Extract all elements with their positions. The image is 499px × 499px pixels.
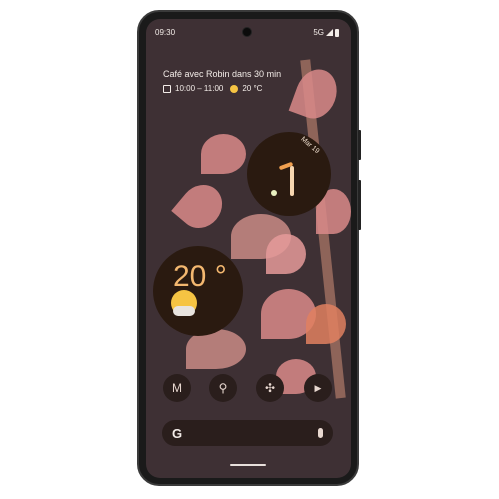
home-indicator[interactable] xyxy=(230,464,266,466)
search-bar[interactable]: G xyxy=(162,420,333,446)
youtube-app[interactable]: ▶ xyxy=(304,374,332,402)
event-title[interactable]: Café avec Robin dans 30 min xyxy=(163,69,281,79)
gmail-icon: M xyxy=(172,381,182,395)
youtube-icon: ▶ xyxy=(314,382,322,393)
event-temperature: 20 °C xyxy=(242,84,263,93)
front-camera xyxy=(242,27,252,37)
volume-button xyxy=(358,180,361,230)
sun-icon xyxy=(230,84,239,93)
weather-widget[interactable]: 20 ° xyxy=(153,246,243,336)
maps-icon: ⚲ xyxy=(218,381,228,395)
status-icons: 5G xyxy=(313,28,339,37)
photos-icon: ✣ xyxy=(264,381,276,395)
battery-icon xyxy=(335,28,339,37)
gmail-app[interactable]: M xyxy=(163,374,191,402)
signal-icon xyxy=(326,29,333,36)
status-time: 09:30 xyxy=(155,28,176,37)
power-button xyxy=(358,130,361,160)
weather-temperature: 20 ° xyxy=(173,260,227,293)
mic-icon[interactable] xyxy=(318,428,323,438)
google-logo: G xyxy=(172,425,183,441)
event-details[interactable]: 10:00 – 11:00 20 °C xyxy=(163,84,262,93)
maps-app[interactable]: ⚲ xyxy=(209,374,237,402)
event-time: 10:00 – 11:00 xyxy=(175,84,224,93)
cloud-icon xyxy=(173,306,195,316)
photos-app[interactable]: ✣ xyxy=(256,374,284,402)
network-label: 5G xyxy=(313,28,324,37)
minute-hand xyxy=(290,166,294,196)
clock-widget[interactable]: Mar 19 xyxy=(247,132,331,216)
clock-dot xyxy=(271,190,277,196)
home-screen: 09:30 5G Café avec Robin dans 30 min 10:… xyxy=(146,19,351,478)
calendar-icon xyxy=(163,84,171,93)
